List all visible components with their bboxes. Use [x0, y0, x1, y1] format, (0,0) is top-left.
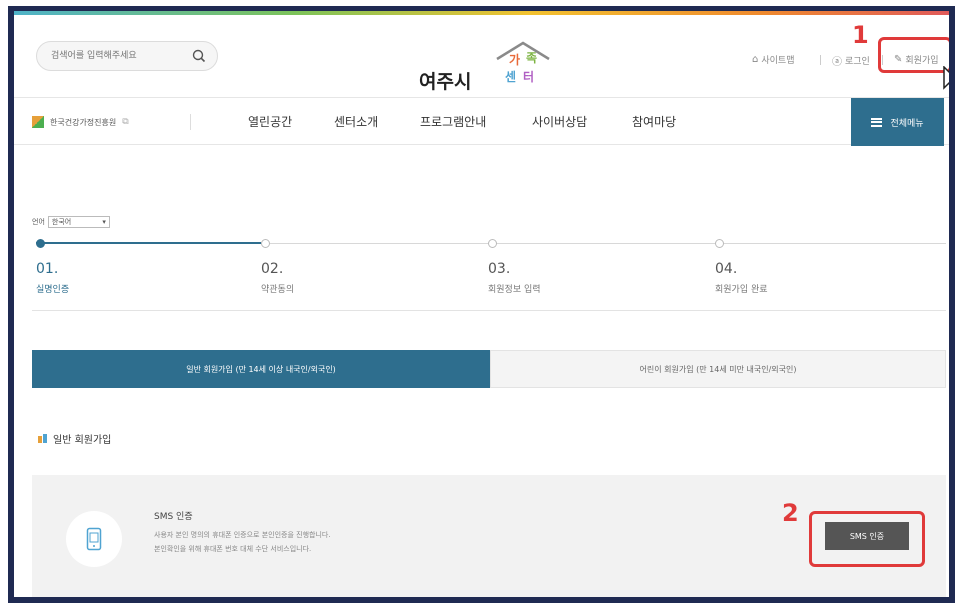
site-logo[interactable]: 여주시 가 족 센 터 [419, 39, 569, 99]
step-label-2: 약관동의 [261, 285, 295, 295]
bullet-icon [38, 433, 47, 443]
sms-title: SMS 인증 [154, 512, 193, 522]
nav-item-program-info[interactable]: 프로그램안내 [420, 113, 486, 130]
home-icon: ⌂ [752, 54, 759, 65]
browser-frame: 여주시 가 족 센 터 ⌂ 사이트맵 ⓐ 로그인 ✎ 회원가입 1 한국건강가정… [8, 6, 955, 603]
smartphone-icon [86, 527, 102, 551]
annotation-box-1 [878, 37, 949, 73]
logo-char-sen: 센 [505, 70, 517, 84]
nav-item-participation[interactable]: 참여마당 [632, 113, 676, 130]
sitemap-link[interactable]: ⌂ 사이트맵 [752, 53, 794, 66]
family-site-label: 한국건강가정진흥원 [50, 117, 117, 127]
step-label-3: 회원정보 입력 [488, 285, 541, 295]
step-label-1: 실명인증 [36, 285, 70, 295]
steps-track-progress [36, 242, 261, 244]
logo-char-ga: 가 [509, 53, 521, 67]
step-dot-4 [715, 239, 724, 248]
step-number-1: 01. [36, 261, 59, 277]
language-select[interactable]: 언어 한국어 ▾ [32, 216, 110, 228]
sms-description-line-2: 본인확인을 위해 휴대폰 번호 대체 수단 서비스입니다. [154, 545, 312, 553]
language-dropdown[interactable]: 한국어 ▾ [47, 216, 110, 228]
step-dot-3 [488, 239, 497, 248]
nav-divider [190, 114, 191, 130]
nav-item-cyber-counsel[interactable]: 사이버상담 [532, 113, 587, 130]
top-color-stripe [14, 11, 949, 15]
step-dot-2 [261, 239, 270, 248]
user-icon: ⓐ [832, 57, 842, 68]
sitemap-label: 사이트맵 [761, 56, 795, 66]
section-title-label: 일반 회원가입 [53, 435, 112, 446]
hamburger-icon [871, 117, 883, 127]
step-number-4: 04. [715, 261, 738, 277]
house-roof-icon [496, 41, 550, 61]
nav-item-open-space[interactable]: 열린공간 [248, 113, 292, 130]
main-navbar: 한국건강가정진흥원 ⧉ 열린공간 센터소개 프로그램안내 사이버상담 참여마당 … [14, 97, 949, 146]
section-title: 일반 회원가입 [38, 431, 111, 446]
annotation-number-2: 2 [782, 499, 799, 527]
family-site-logo-icon [32, 116, 44, 128]
language-value: 한국어 [51, 218, 72, 226]
login-link[interactable]: ⓐ 로그인 [832, 53, 870, 68]
family-site-link[interactable]: 한국건강가정진흥원 ⧉ [32, 116, 129, 128]
search-input[interactable] [51, 48, 181, 64]
phone-icon-circle [66, 511, 122, 567]
tab-child-signup[interactable]: 어린이 회원가입 (만 14세 미만 내국인/외국인) [490, 350, 946, 388]
util-divider [820, 55, 821, 65]
logo-char-teo: 터 [523, 70, 535, 84]
sms-description-line-1: 사용자 본인 명의의 휴대폰 인증으로 본인인증을 진행합니다. [154, 531, 331, 539]
step-number-3: 03. [488, 261, 511, 277]
full-menu-label: 전체메뉴 [890, 118, 924, 129]
annotation-number-1: 1 [852, 21, 869, 49]
step-label-4: 회원가입 완료 [715, 285, 768, 295]
step-number-2: 02. [261, 261, 284, 277]
divider [32, 310, 946, 311]
login-label: 로그인 [845, 57, 870, 67]
nav-item-center-intro[interactable]: 센터소개 [334, 113, 378, 130]
annotation-box-2 [809, 511, 925, 567]
step-dot-1 [36, 239, 45, 248]
mouse-cursor-icon [943, 66, 949, 90]
logo-city-text: 여주시 [419, 71, 472, 93]
full-menu-button[interactable]: 전체메뉴 [851, 98, 944, 146]
caret-down-icon: ▾ [102, 218, 106, 226]
external-link-icon: ⧉ [122, 117, 129, 127]
search-box[interactable] [36, 41, 218, 71]
tab-general-signup[interactable]: 일반 회원가입 (만 14세 이상 내국인/외국인) [32, 350, 490, 388]
language-label: 언어 [32, 218, 45, 226]
logo-char-jok: 족 [526, 51, 538, 65]
search-icon[interactable] [191, 48, 207, 64]
